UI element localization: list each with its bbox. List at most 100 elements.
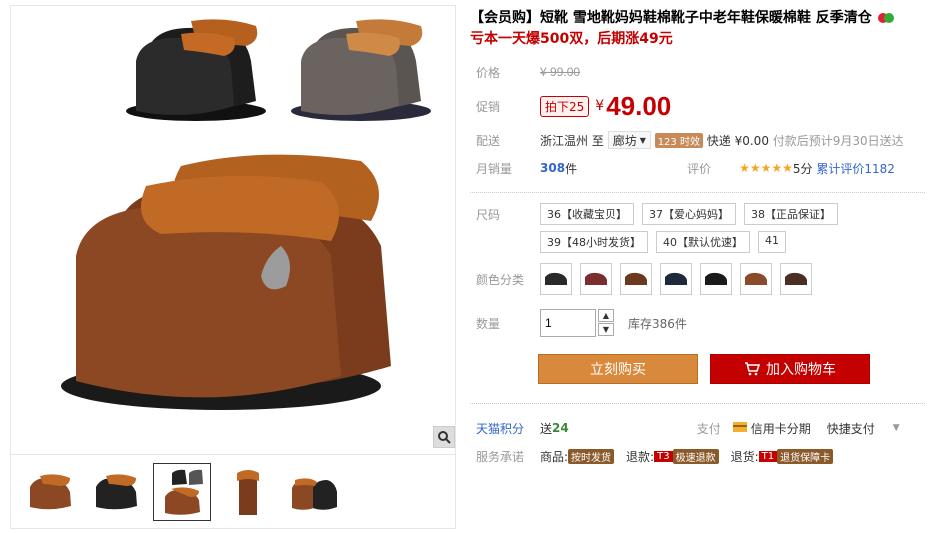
review-label: 评价 — [687, 161, 712, 176]
size-option[interactable]: 41 — [758, 231, 786, 253]
gift-icon — [877, 13, 894, 23]
quantity-stepper: ▲ ▼ — [598, 309, 614, 337]
thumbnail-2[interactable] — [87, 463, 145, 521]
size-option[interactable]: 36【收藏宝贝】 — [540, 203, 634, 225]
product-title: 【会员购】短靴 雪地靴妈妈鞋棉靴子中老年鞋保暖棉鞋 反季清仓 — [470, 8, 925, 28]
reviews-link[interactable]: 累计评价1182 — [816, 160, 895, 177]
color-row: 颜色分类 — [470, 261, 925, 297]
promo-price: 49.00 — [606, 90, 672, 121]
color-swatch[interactable] — [580, 263, 612, 295]
delivery-destination: 廊坊 — [612, 133, 637, 148]
rating-stars: ★★★★★ — [739, 161, 793, 175]
original-price: ¥ 99.00 — [540, 65, 580, 79]
increment-button[interactable]: ▲ — [598, 309, 614, 322]
thumb-black-boot — [96, 474, 137, 510]
divider — [470, 192, 925, 193]
original-price-value: 99.00 — [550, 65, 581, 79]
size-label: 尺码 — [476, 208, 501, 222]
thumb-two-boots — [292, 478, 337, 510]
boots-photo — [61, 19, 431, 410]
delivery-destination-dropdown[interactable]: 廊坊 ▼ — [607, 131, 651, 149]
pay-fast[interactable]: 快捷支付 — [827, 420, 875, 437]
price-label: 价格 — [476, 65, 501, 80]
quantity-label: 数量 — [476, 316, 501, 331]
magnifier-icon — [438, 431, 451, 444]
rating-score: 5分 — [792, 161, 813, 176]
size-option[interactable]: 37【爱心妈妈】 — [642, 203, 736, 225]
thumbnail-3[interactable] — [153, 463, 211, 521]
color-swatches — [540, 263, 812, 295]
sales-label: 月销量 — [476, 161, 513, 176]
refund-code: T3 — [654, 450, 673, 462]
main-product-image[interactable] — [11, 6, 455, 453]
price-row: 价格 ¥ 99.00 — [470, 58, 925, 86]
boot-swatch — [705, 272, 727, 285]
color-swatch[interactable] — [780, 263, 812, 295]
thumb-mixed-boots — [165, 469, 203, 515]
promo-label: 促销 — [476, 99, 501, 114]
product-subtitle: 亏本一天爆500双，后期涨49元 — [470, 31, 673, 47]
color-swatch[interactable] — [540, 263, 572, 295]
boot-swatch — [585, 272, 607, 285]
thumbnail-4[interactable] — [219, 463, 277, 521]
quantity-row: 数量 ▲ ▼ 库存386件 — [470, 307, 925, 339]
boot-swatch — [665, 272, 687, 285]
size-options: 36【收藏宝贝】 37【爱心妈妈】 38【正品保证】 39【48小时发货】 40… — [540, 203, 860, 253]
color-swatch[interactable] — [620, 263, 652, 295]
thumb-side-boot — [237, 470, 259, 515]
boot-swatch — [625, 272, 647, 285]
color-swatch[interactable] — [740, 263, 772, 295]
size-option[interactable]: 38【正品保证】 — [744, 203, 838, 225]
delivery-eta: 付款后预计9月30日送达 — [772, 133, 904, 148]
thumbnail-1[interactable] — [21, 463, 79, 521]
delivery-row: 配送 浙江温州 至 廊坊 ▼ 123 时效 快递 ¥0.00 付款后预计9月30… — [470, 126, 925, 154]
add-to-cart-label: 加入购物车 — [766, 362, 836, 378]
size-row: 尺码 36【收藏宝贝】 37【爱心妈妈】 38【正品保证】 39【48小时发货】… — [470, 203, 925, 253]
return-code: T1 — [758, 450, 778, 462]
decrement-button[interactable]: ▼ — [598, 323, 614, 336]
color-swatch[interactable] — [700, 263, 732, 295]
quantity-input[interactable] — [540, 309, 596, 337]
credit-card-icon — [732, 421, 747, 435]
color-swatch[interactable] — [660, 263, 692, 295]
product-title-text: 【会员购】短靴 雪地靴妈妈鞋棉靴子中老年鞋保暖棉鞋 反季清仓 — [470, 10, 872, 26]
service-label: 服务承诺 — [476, 449, 525, 464]
points-label[interactable]: 天猫积分 — [470, 420, 540, 437]
return-badge: 退货保障卡 — [777, 448, 834, 464]
chevron-down-icon: ▼ — [639, 135, 646, 145]
points-prefix: 送 — [540, 421, 553, 436]
promo-row: 促销 拍下25 ¥ 49.00 — [470, 86, 925, 126]
sales-unit: 件 — [565, 161, 578, 176]
color-label: 颜色分类 — [476, 272, 525, 287]
size-option[interactable]: 39【48小时发货】 — [540, 231, 648, 253]
goods-prefix: 商品: — [540, 449, 569, 464]
stock-text: 库存386件 — [628, 316, 687, 331]
cart-icon — [745, 362, 760, 376]
thumb-brown-boot — [30, 474, 71, 510]
original-currency: ¥ — [540, 65, 547, 79]
boot-swatch — [785, 272, 807, 285]
zoom-button[interactable] — [433, 426, 455, 448]
add-to-cart-button[interactable]: 加入购物车 — [710, 354, 870, 384]
size-option[interactable]: 40【默认优速】 — [656, 231, 750, 253]
timing-badge: 123 时效 — [654, 132, 703, 148]
points-value: 24 — [552, 421, 569, 435]
product-gallery — [10, 5, 456, 529]
boot-swatch — [745, 272, 767, 285]
return-prefix: 退货: — [730, 449, 759, 464]
promo-currency: ¥ — [595, 98, 605, 114]
goods-badge: 按时发货 — [568, 448, 615, 464]
boot-swatch — [545, 272, 567, 285]
thumbnail-5[interactable] — [285, 463, 343, 521]
delivery-to-label: 至 — [591, 133, 604, 148]
pay-option[interactable]: 信用卡分期 — [751, 420, 811, 437]
service-row: 服务承诺 商品: 按时发货 退款: T3 极速退款 退货: T1 退货保障卡 — [470, 442, 925, 470]
buy-now-button[interactable]: 立刻购买 — [538, 354, 698, 384]
chevron-down-icon[interactable]: ▼ — [893, 423, 900, 433]
product-info: 【会员购】短靴 雪地靴妈妈鞋棉靴子中老年鞋保暖棉鞋 反季清仓 亏本一天爆500双… — [470, 8, 925, 470]
delivery-label: 配送 — [476, 133, 501, 148]
points-row: 天猫积分 送 24 支付 信用卡分期 快捷支付 ▼ — [470, 414, 925, 442]
delivery-from: 浙江温州 — [540, 133, 589, 148]
pay-label: 支付 — [696, 421, 721, 436]
shipping-fee: 快递 ¥0.00 — [706, 133, 769, 148]
